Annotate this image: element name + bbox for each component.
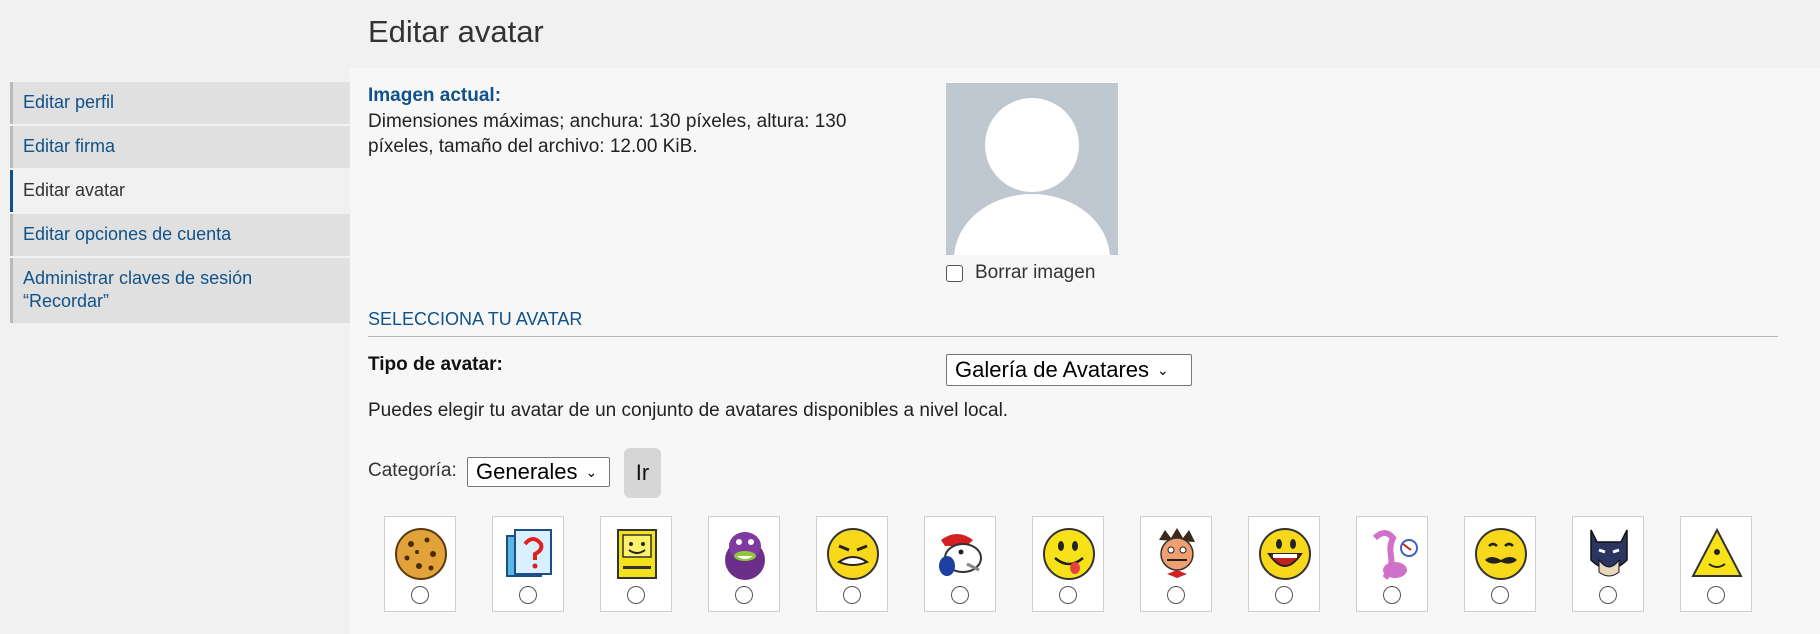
sidebar-nav: Editar perfil Editar firma Editar avatar… bbox=[10, 82, 350, 325]
grimace-smiley-icon bbox=[827, 528, 879, 580]
computer-face-icon bbox=[617, 529, 657, 579]
avatar-tile[interactable] bbox=[1032, 516, 1104, 612]
category-value: Generales bbox=[476, 459, 578, 484]
avatar-radio[interactable] bbox=[1275, 586, 1293, 604]
avatar-tile[interactable] bbox=[1572, 516, 1644, 612]
avatar-tile[interactable] bbox=[384, 516, 456, 612]
current-image-description: Dimensiones máximas; anchura: 130 píxele… bbox=[368, 111, 847, 157]
avatar-radio[interactable] bbox=[411, 586, 429, 604]
section-title: SELECCIONA TU AVATAR bbox=[368, 309, 1778, 337]
mustache-smiley-icon bbox=[1475, 528, 1527, 580]
avatar-type-select[interactable]: Galería de Avatares ⌄ bbox=[946, 354, 1192, 386]
avatar-gallery bbox=[384, 516, 1820, 614]
avatar-radio[interactable] bbox=[1383, 586, 1401, 604]
avatar-radio[interactable] bbox=[627, 586, 645, 604]
main-panel: Imagen actual: Dimensiones máximas; anch… bbox=[350, 68, 1820, 634]
avatar-radio[interactable] bbox=[519, 586, 537, 604]
chevron-down-icon: ⌄ bbox=[585, 463, 598, 480]
avatar-radio[interactable] bbox=[1167, 586, 1185, 604]
avatar-tile[interactable] bbox=[1356, 516, 1428, 612]
category-select[interactable]: Generales ⌄ bbox=[467, 457, 610, 487]
avatar-radio[interactable] bbox=[735, 586, 753, 604]
tongue-smiley-icon bbox=[1043, 528, 1095, 580]
triangle-smiley-icon bbox=[1691, 527, 1743, 577]
avatar-radio[interactable] bbox=[1599, 586, 1617, 604]
batman-icon bbox=[1590, 529, 1628, 577]
gallery-description: Puedes elegir tu avatar de un conjunto d… bbox=[368, 400, 1009, 421]
avatar-radio[interactable] bbox=[1491, 586, 1509, 604]
current-avatar-image bbox=[946, 83, 1118, 255]
go-button[interactable]: Ir bbox=[624, 448, 661, 498]
cartoon-dog-icon bbox=[939, 534, 982, 576]
avatar-type-value: Galería de Avatares bbox=[955, 357, 1150, 382]
avatar-tile[interactable] bbox=[1140, 516, 1212, 612]
avatar-radio[interactable] bbox=[1707, 586, 1725, 604]
sidebar-item-edit-signature[interactable]: Editar firma bbox=[10, 126, 350, 168]
avatar-radio[interactable] bbox=[843, 586, 861, 604]
avatar-tile[interactable] bbox=[1680, 516, 1752, 612]
cookie-face-icon bbox=[395, 528, 447, 580]
question-mark-icon bbox=[506, 529, 552, 577]
sidebar-item-session-keys[interactable]: Administrar claves de sesión “Recordar” bbox=[10, 258, 350, 323]
sidebar-item-edit-avatar[interactable]: Editar avatar bbox=[10, 170, 350, 212]
default-person-icon bbox=[946, 83, 1118, 255]
current-image-label: Imagen actual: bbox=[368, 85, 502, 106]
page-title: Editar avatar bbox=[368, 14, 544, 49]
cartoon-man-icon bbox=[1159, 528, 1195, 578]
delete-image-row: Borrar imagen bbox=[946, 262, 1095, 284]
pink-panther-icon bbox=[1372, 530, 1418, 580]
avatar-radio[interactable] bbox=[951, 586, 969, 604]
avatar-tile[interactable] bbox=[816, 516, 888, 612]
avatar-type-label: Tipo de avatar: bbox=[368, 354, 503, 375]
avatar-tile[interactable] bbox=[708, 516, 780, 612]
avatar-tile[interactable] bbox=[600, 516, 672, 612]
avatar-tile[interactable] bbox=[924, 516, 996, 612]
delete-image-checkbox[interactable] bbox=[946, 264, 963, 282]
sidebar-item-account-options[interactable]: Editar opciones de cuenta bbox=[10, 214, 350, 256]
laughing-smiley-icon bbox=[1259, 528, 1311, 580]
avatar-tile[interactable] bbox=[492, 516, 564, 612]
chevron-down-icon: ⌄ bbox=[1157, 361, 1169, 378]
sidebar-item-edit-profile[interactable]: Editar perfil bbox=[10, 82, 350, 124]
avatar-tile[interactable] bbox=[1248, 516, 1320, 612]
category-label: Categoría: bbox=[368, 460, 457, 481]
avatar-tile[interactable] bbox=[1464, 516, 1536, 612]
avatar-radio[interactable] bbox=[1059, 586, 1077, 604]
delete-image-label: Borrar imagen bbox=[975, 262, 1096, 283]
purple-dinosaur-icon bbox=[725, 532, 765, 580]
